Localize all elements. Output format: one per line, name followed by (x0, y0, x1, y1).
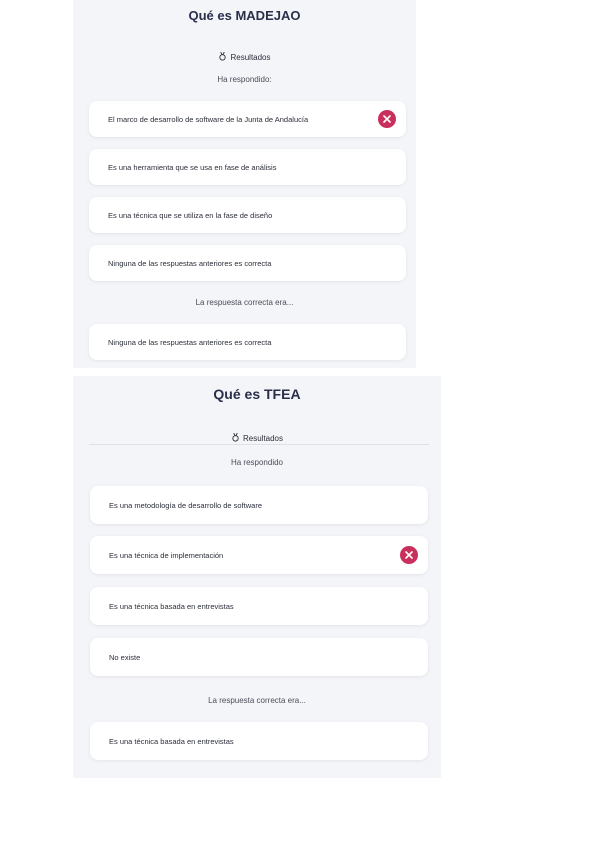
answer-option: Es una técnica de implementación (90, 536, 428, 574)
answer-option: Es una técnica que se utiliza en la fase… (89, 197, 406, 233)
answer-option: El marco de desarrollo de software de la… (89, 101, 406, 137)
results-label: Resultados (230, 53, 271, 62)
divider (89, 444, 429, 445)
correct-answer-card: Es una técnica basada en entrevistas (90, 722, 428, 760)
answer-option-text: El marco de desarrollo de software de la… (108, 114, 309, 124)
results-label: Resultados (242, 434, 284, 443)
correct-answer-text: Es una técnica basada en entrevistas (109, 736, 234, 746)
question-title: Qué es MADEJAO (188, 8, 301, 23)
answer-option-text: Es una técnica basada en entrevistas (109, 601, 234, 611)
results-header: Resultados (73, 52, 416, 62)
medal-icon (232, 433, 239, 442)
answered-label: Ha respondido: (217, 75, 272, 84)
answer-option-text: Es una herramienta que se usa en fase de… (108, 162, 277, 172)
answer-option: Es una técnica basada en entrevistas (90, 587, 428, 625)
close-icon (405, 551, 413, 559)
medal-icon (219, 52, 227, 61)
answer-option-text: Es una metodología de desarrollo de soft… (109, 500, 263, 510)
correct-answer-card: Ninguna de las respuestas anteriores es … (89, 324, 406, 360)
quiz-result-panel-tfea: Qué es TFEA Resultados Ha respondido Es … (73, 376, 441, 778)
question-title: Qué es TFEA (213, 386, 301, 402)
answer-option-text: No existe (109, 652, 141, 662)
answer-option: No existe (90, 638, 428, 676)
correct-answer-text: Ninguna de las respuestas anteriores es … (108, 337, 272, 347)
wrong-answer-badge (400, 546, 418, 564)
quiz-result-panel-madejao: Qué es MADEJAO Resultados Ha respondido:… (73, 0, 416, 368)
close-icon (383, 115, 391, 123)
answer-option: Es una herramienta que se usa en fase de… (89, 149, 406, 185)
answered-label: Ha respondido (230, 458, 284, 467)
answer-option-text: Ninguna de las respuestas anteriores es … (108, 258, 272, 268)
answer-option: Ninguna de las respuestas anteriores es … (89, 245, 406, 281)
answer-option: Es una metodología de desarrollo de soft… (90, 486, 428, 524)
correct-answer-label: La respuesta correcta era... (195, 298, 294, 307)
correct-answer-label: La respuesta correcta era... (208, 696, 306, 705)
wrong-answer-badge (378, 110, 396, 128)
results-header: Resultados (73, 433, 441, 443)
answer-option-text: Es una técnica que se utiliza en la fase… (108, 210, 273, 220)
answer-option-text: Es una técnica de implementación (109, 550, 224, 560)
